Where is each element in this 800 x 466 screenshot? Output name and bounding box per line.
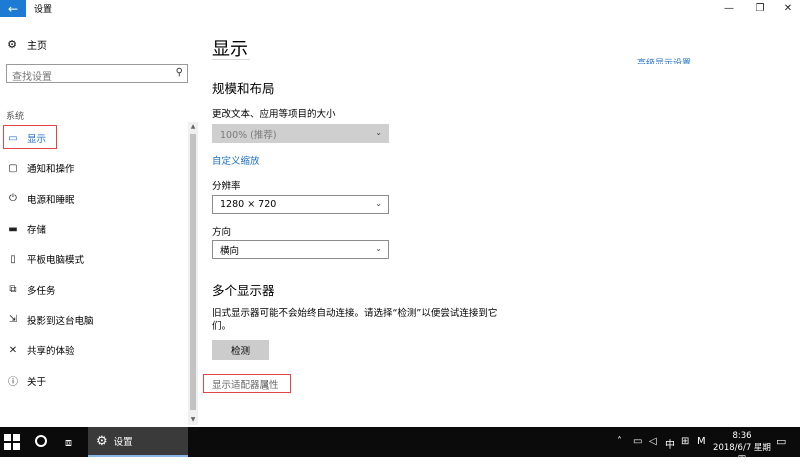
multitasking-icon: ⧉ <box>9 284 17 296</box>
sidebar-item-label: 通知和操作 <box>27 164 75 176</box>
task-view-icon[interactable]: ⧈ <box>65 436 72 450</box>
resolution-label: 分辨率 <box>212 181 241 192</box>
ime-indicator[interactable]: 中 <box>665 436 675 451</box>
section-label-system: 系统 <box>6 112 25 122</box>
sidebar-item-power[interactable]: ⏻ 电源和睡眠 <box>0 184 195 214</box>
tray-m-icon[interactable]: M <box>697 436 706 447</box>
windows-start-icon[interactable] <box>4 434 20 450</box>
resolution-dropdown[interactable]: 1280 × 720 ⌄ <box>212 195 389 214</box>
volume-muted-icon[interactable]: ◁ <box>649 436 657 447</box>
sidebar-item-notifications[interactable]: ▢ 通知和操作 <box>0 153 195 183</box>
sidebar-item-multitasking[interactable]: ⧉ 多任务 <box>0 274 195 304</box>
taskbar-app-settings[interactable]: ⚙ 设置 <box>88 427 188 457</box>
orientation-dropdown[interactable]: 横向 ⌄ <box>212 240 389 259</box>
minimize-button[interactable]: — <box>714 0 744 17</box>
chevron-down-icon: ⌄ <box>375 199 382 208</box>
info-icon: ⓘ <box>8 377 18 389</box>
back-button[interactable]: ← <box>0 0 26 17</box>
gear-icon: ⚙ <box>7 37 17 51</box>
scale-label: 更改文本、应用等项目的大小 <box>212 109 336 120</box>
monitor-icon: ▭ <box>8 132 18 144</box>
sidebar-item-project[interactable]: ⇲ 投影到这台电脑 <box>0 305 195 335</box>
orientation-value: 横向 <box>220 245 240 257</box>
scale-dropdown[interactable]: 100% (推荐) ⌄ <box>212 124 389 143</box>
window-title: 设置 <box>34 5 53 15</box>
scrollbar-thumb[interactable] <box>190 134 196 410</box>
sidebar-home-label: 主页 <box>27 40 47 52</box>
chevron-up-icon[interactable]: ˄ <box>617 436 622 447</box>
main-content: 显示 高级显示设置 规模和布局 更改文本、应用等项目的大小 100% (推荐) … <box>200 17 800 427</box>
hand-cursor-icon: ☝ <box>262 379 270 393</box>
sidebar-item-label: 电源和睡眠 <box>27 194 75 206</box>
advanced-display-link[interactable]: 高级显示设置 <box>637 56 691 64</box>
sidebar-item-label: 多任务 <box>27 285 56 297</box>
gear-icon: ⚙ <box>96 433 108 449</box>
project-icon: ⇲ <box>8 314 18 326</box>
notification-icon: ▢ <box>8 162 18 174</box>
back-arrow-icon: ← <box>7 1 19 16</box>
sidebar-item-label: 显示 <box>27 134 47 146</box>
ime-mode-icon[interactable]: ⊞ <box>681 436 689 447</box>
title-bar: ← 设置 — ❐ ✕ <box>0 0 800 17</box>
shared-experiences-icon: ✕ <box>8 344 18 356</box>
taskbar: ⧈ ⚙ 设置 ˄ ▭ ◁ 中 ⊞ M 8:36 2018/6/7 星期四 ▭ <box>0 427 800 465</box>
maximize-button[interactable]: ❐ <box>745 0 775 17</box>
chevron-down-icon: ⌄ <box>375 128 382 137</box>
sidebar-home[interactable]: ⚙ 主页 <box>0 34 195 54</box>
scroll-up-icon[interactable]: ▲ <box>188 122 198 132</box>
action-center-icon[interactable]: ▭ <box>776 435 786 448</box>
scale-value: 100% (推荐) <box>220 129 277 141</box>
sidebar-item-label: 共享的体验 <box>27 346 75 358</box>
search-box: ⚲ <box>6 64 188 86</box>
multiple-displays-description: 旧式显示器可能不会始终自动连接。请选择“检测”以便尝试连接到它们。 <box>212 308 498 332</box>
clock-time: 8:36 <box>732 431 752 441</box>
tablet-mode-icon: ▯ <box>10 253 16 265</box>
custom-scaling-link[interactable]: 自定义缩放 <box>212 153 260 167</box>
clock[interactable]: 8:36 2018/6/7 星期四 <box>712 430 772 466</box>
orientation-label: 方向 <box>212 227 232 238</box>
sidebar-nav: ▭ 显示 ▢ 通知和操作 ⏻ 电源和睡眠 ▬ 存储 ▯ 平板电脑模式 ⧉ 多任务… <box>0 123 195 396</box>
detect-button[interactable]: 检测 <box>212 340 269 360</box>
sidebar-item-about[interactable]: ⓘ 关于 <box>0 365 195 395</box>
power-icon: ⏻ <box>9 193 17 205</box>
network-icon[interactable]: ▭ <box>633 436 642 447</box>
storage-icon: ▬ <box>8 223 18 235</box>
multiple-displays-heading: 多个显示器 <box>212 283 275 298</box>
sidebar-scrollbar[interactable]: ▲ ▼ <box>188 122 198 425</box>
sidebar: ⚙ 主页 ⚲ 系统 ▭ 显示 ▢ 通知和操作 ⏻ 电源和睡眠 ▬ <box>0 17 200 427</box>
sidebar-item-label: 平板电脑模式 <box>27 255 85 267</box>
layout-heading: 规模和布局 <box>212 81 275 96</box>
cortana-icon[interactable] <box>35 435 47 447</box>
page-title: 显示 <box>212 39 248 60</box>
settings-window: ← 设置 — ❐ ✕ ⚙ 主页 ⚲ 系统 ▭ 显示 ▢ 通知和操作 ⏻ <box>0 0 800 427</box>
sidebar-item-display[interactable]: ▭ 显示 <box>0 123 195 153</box>
scroll-down-icon[interactable]: ▼ <box>188 415 198 425</box>
sidebar-item-shared-experiences[interactable]: ✕ 共享的体验 <box>0 335 195 365</box>
close-icon: ✕ <box>783 3 793 14</box>
sidebar-item-label: 关于 <box>27 376 47 388</box>
sidebar-item-label: 投影到这台电脑 <box>27 315 94 327</box>
sidebar-item-tablet-mode[interactable]: ▯ 平板电脑模式 <box>0 244 195 274</box>
restore-icon: ❐ <box>755 3 765 14</box>
search-input[interactable] <box>7 69 167 86</box>
sidebar-item-label: 存储 <box>27 225 47 237</box>
taskbar-app-label: 设置 <box>113 437 133 448</box>
close-button[interactable]: ✕ <box>773 0 800 17</box>
search-icon[interactable]: ⚲ <box>176 67 183 78</box>
sidebar-item-storage[interactable]: ▬ 存储 <box>0 214 195 244</box>
clock-date: 2018/6/7 星期四 <box>713 443 771 465</box>
title-divider <box>212 59 250 60</box>
chevron-down-icon: ⌄ <box>375 244 382 253</box>
minimize-icon: — <box>724 3 734 14</box>
resolution-value: 1280 × 720 <box>220 199 277 210</box>
